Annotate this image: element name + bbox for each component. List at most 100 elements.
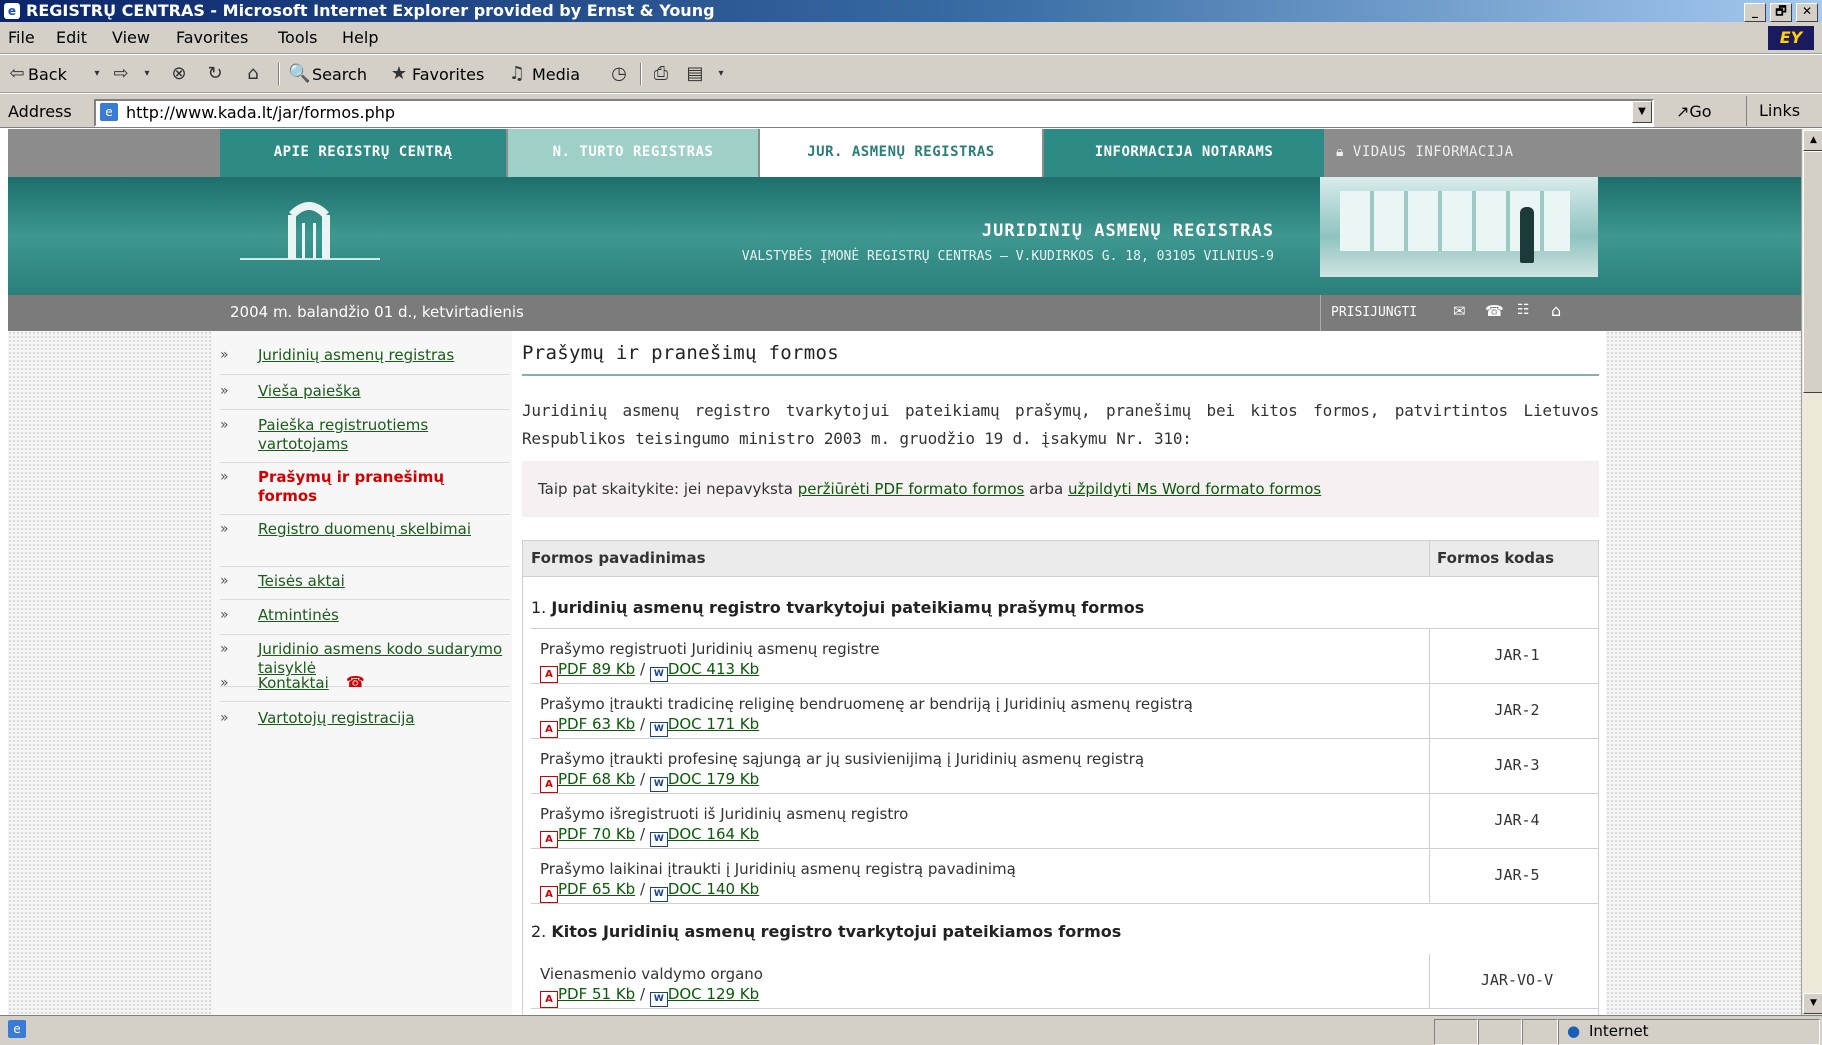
pdf-download-link[interactable]: PDF 65 Kb bbox=[558, 880, 635, 898]
chevron-right-icon: » bbox=[220, 417, 229, 433]
section-number: 2. bbox=[531, 922, 552, 941]
minimize-button[interactable]: _ bbox=[1744, 3, 1766, 22]
pdf-download-link[interactable]: PDF 51 Kb bbox=[558, 985, 635, 1003]
back-arrow-icon[interactable]: ⇦ bbox=[6, 63, 28, 85]
doc-download-link[interactable]: DOC 140 Kb bbox=[668, 880, 759, 898]
table-row: Prašymo įtraukti tradicinę religinę bend… bbox=[540, 694, 1193, 738]
refresh-icon[interactable]: ↻ bbox=[204, 63, 226, 85]
sidebar-item-label[interactable]: Vartotojų registracija bbox=[258, 709, 506, 728]
sidebar-item-label[interactable]: Prašymų ir pranešimų formos bbox=[258, 468, 506, 506]
link-separator: / bbox=[635, 715, 650, 733]
forward-dropdown-icon[interactable]: ▾ bbox=[136, 63, 158, 85]
menu-help[interactable]: Help bbox=[342, 28, 378, 47]
sidebar-item-label[interactable]: Atmintinės bbox=[258, 606, 506, 625]
maximize-button[interactable]: 🗗 bbox=[1770, 3, 1792, 22]
doc-download-link[interactable]: DOC 413 Kb bbox=[668, 660, 759, 678]
note-prefix: Taip pat skaitykite: jei nepavyksta bbox=[538, 480, 798, 498]
search-button[interactable]: Search bbox=[312, 65, 367, 84]
sidebar-item-label[interactable]: Kontaktai bbox=[258, 674, 329, 693]
pdf-download-link[interactable]: PDF 63 Kb bbox=[558, 715, 635, 733]
menu-view[interactable]: View bbox=[112, 28, 150, 47]
pdf-help-link[interactable]: peržiūrėti PDF formato formos bbox=[798, 480, 1025, 498]
menu-favorites[interactable]: Favorites bbox=[176, 28, 248, 47]
lock-icon: 🔒︎ bbox=[1336, 144, 1353, 160]
table-row: Prašymo registruoti Juridinių asmenų reg… bbox=[540, 639, 880, 683]
column-divider bbox=[1429, 954, 1430, 1008]
word-icon: W bbox=[649, 992, 668, 1007]
back-dropdown-icon[interactable]: ▾ bbox=[86, 63, 108, 85]
mail-icon[interactable]: ✉ bbox=[1453, 302, 1466, 320]
home-icon[interactable]: ⌂ bbox=[1551, 301, 1561, 320]
history-icon[interactable]: ◷ bbox=[608, 63, 630, 85]
sidebar-item-label[interactable]: Paieška registruotiems vartotojams bbox=[258, 416, 506, 454]
doc-download-link[interactable]: DOC 164 Kb bbox=[668, 825, 759, 843]
sidebar-item-label[interactable]: Vieša paieška bbox=[258, 382, 506, 401]
doc-download-link[interactable]: DOC 179 Kb bbox=[668, 770, 759, 788]
sidebar-item-label[interactable]: Juridinio asmens kodo sudarymo taisyklė bbox=[258, 640, 506, 678]
tab-vidaus-informacija[interactable]: 🔒︎ VIDAUS INFORMACIJA bbox=[1326, 129, 1606, 177]
favorites-button[interactable]: Favorites bbox=[412, 65, 484, 84]
media-button[interactable]: Media bbox=[532, 65, 580, 84]
edit-icon[interactable]: ▤ bbox=[684, 63, 706, 85]
go-button[interactable]: ↗Go bbox=[1676, 102, 1712, 121]
banner-photo bbox=[1320, 177, 1598, 277]
print-icon[interactable]: ⎙ bbox=[650, 63, 672, 85]
menu-edit[interactable]: Edit bbox=[56, 28, 87, 47]
back-button[interactable]: Back bbox=[28, 65, 67, 84]
tab-jur-asmenu-registras[interactable]: JUR. ASMENŲ REGISTRAS bbox=[760, 129, 1042, 177]
tab-n-turto-registras[interactable]: N. TURTO REGISTRAS bbox=[508, 129, 758, 177]
sidebar-item-label[interactable]: Registro duomenų skelbimai bbox=[258, 520, 506, 539]
stop-icon[interactable]: ⊗ bbox=[168, 63, 190, 85]
page-viewport: APIE REGISTRŲ CENTRĄ N. TURTO REGISTRAS … bbox=[8, 129, 1801, 1015]
chevron-right-icon: » bbox=[220, 521, 229, 537]
vertical-scrollbar[interactable]: ▲ ▼ bbox=[1801, 129, 1822, 1015]
login-link[interactable]: PRISIJUNGTI bbox=[1331, 305, 1417, 320]
doc-download-link[interactable]: DOC 129 Kb bbox=[668, 985, 759, 1003]
address-input[interactable]: e http://www.kada.lt/jar/formos.php bbox=[94, 99, 1654, 127]
sitemap-icon[interactable]: ☷ bbox=[1517, 302, 1530, 318]
window-title: REGISTRŲ CENTRAS - Microsoft Internet Ex… bbox=[26, 1, 715, 20]
form-name: Vienasmenio valdymo organo bbox=[540, 965, 763, 983]
menu-divider bbox=[220, 462, 510, 463]
row-divider bbox=[531, 1008, 1599, 1009]
close-button[interactable]: ✕ bbox=[1796, 3, 1818, 22]
tab-informacija-notarams[interactable]: INFORMACIJA NOTARAMS bbox=[1044, 129, 1324, 177]
scroll-thumb[interactable] bbox=[1803, 151, 1822, 393]
address-dropdown-icon[interactable]: ▼ bbox=[1632, 101, 1652, 123]
scroll-up-icon[interactable]: ▲ bbox=[1803, 130, 1822, 151]
forward-arrow-icon[interactable]: ⇨ bbox=[110, 63, 132, 85]
pdf-download-link[interactable]: PDF 68 Kb bbox=[558, 770, 635, 788]
address-bar: Address e http://www.kada.lt/jar/formos.… bbox=[0, 94, 1822, 128]
doc-download-link[interactable]: DOC 171 Kb bbox=[668, 715, 759, 733]
menu-file[interactable]: File bbox=[8, 28, 35, 47]
banner-subtitle: VALSTYBĖS ĮMONĖ REGISTRŲ CENTRAS – V.KUD… bbox=[741, 249, 1274, 264]
favorites-icon[interactable]: ★ bbox=[388, 63, 410, 85]
edit-dropdown-icon[interactable]: ▾ bbox=[710, 63, 732, 85]
menu-divider bbox=[220, 566, 510, 567]
pdf-icon: A bbox=[540, 721, 558, 738]
chevron-right-icon: » bbox=[220, 469, 229, 485]
pdf-download-link[interactable]: PDF 89 Kb bbox=[558, 660, 635, 678]
phone-icon[interactable]: ☎ bbox=[1485, 302, 1504, 320]
tab-apie-registru-centra[interactable]: APIE REGISTRŲ CENTRĄ bbox=[220, 129, 506, 177]
menu-tools[interactable]: Tools bbox=[278, 28, 317, 47]
section-heading: 2. Kitos Juridinių asmenų registro tvark… bbox=[531, 922, 1121, 941]
search-icon[interactable]: 🔍 bbox=[288, 63, 310, 85]
sidebar-item-label[interactable]: Teisės aktai bbox=[258, 572, 506, 591]
chevron-right-icon: » bbox=[220, 710, 229, 726]
media-icon[interactable]: ♫ bbox=[506, 63, 528, 85]
chevron-right-icon: » bbox=[220, 675, 229, 691]
page-title: Prašymų ir pranešimų formos bbox=[522, 342, 839, 364]
links-button[interactable]: Links bbox=[1746, 96, 1822, 126]
form-code: JAR-3 bbox=[1494, 756, 1540, 774]
col-header-code: Formos kodas bbox=[1437, 549, 1555, 567]
scroll-down-icon[interactable]: ▼ bbox=[1803, 993, 1822, 1014]
address-url[interactable]: http://www.kada.lt/jar/formos.php bbox=[126, 103, 395, 122]
sidebar-item-label[interactable]: Juridinių asmenų registras bbox=[258, 346, 506, 365]
table-row: Prašymo laikinai įtraukti į Juridinių as… bbox=[540, 859, 1016, 903]
word-help-link[interactable]: užpildyti Ms Word formato formos bbox=[1068, 480, 1321, 498]
status-pane bbox=[1522, 1019, 1558, 1045]
home-icon[interactable]: ⌂ bbox=[242, 63, 264, 85]
go-label: Go bbox=[1689, 102, 1712, 121]
pdf-download-link[interactable]: PDF 70 Kb bbox=[558, 825, 635, 843]
